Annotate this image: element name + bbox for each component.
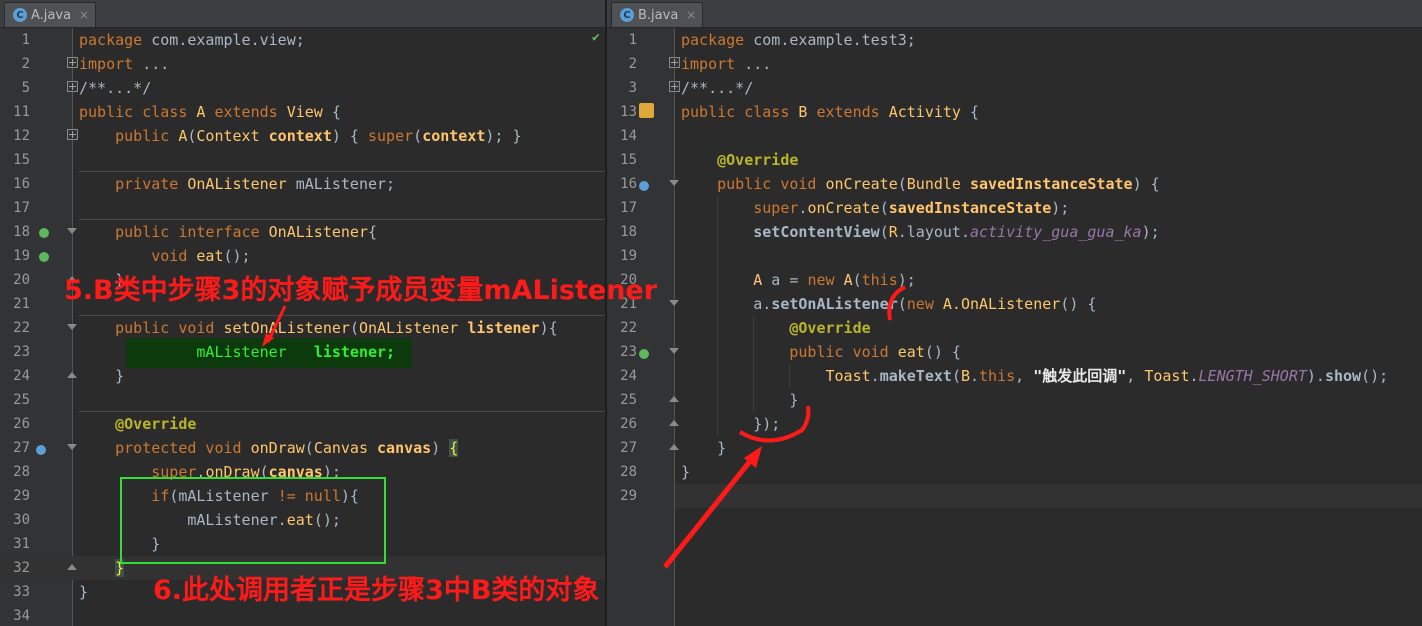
arrow-step6 <box>663 453 757 569</box>
annotation-arrows <box>262 285 906 569</box>
bracket-mark <box>887 285 906 321</box>
brace-mark <box>738 405 811 443</box>
